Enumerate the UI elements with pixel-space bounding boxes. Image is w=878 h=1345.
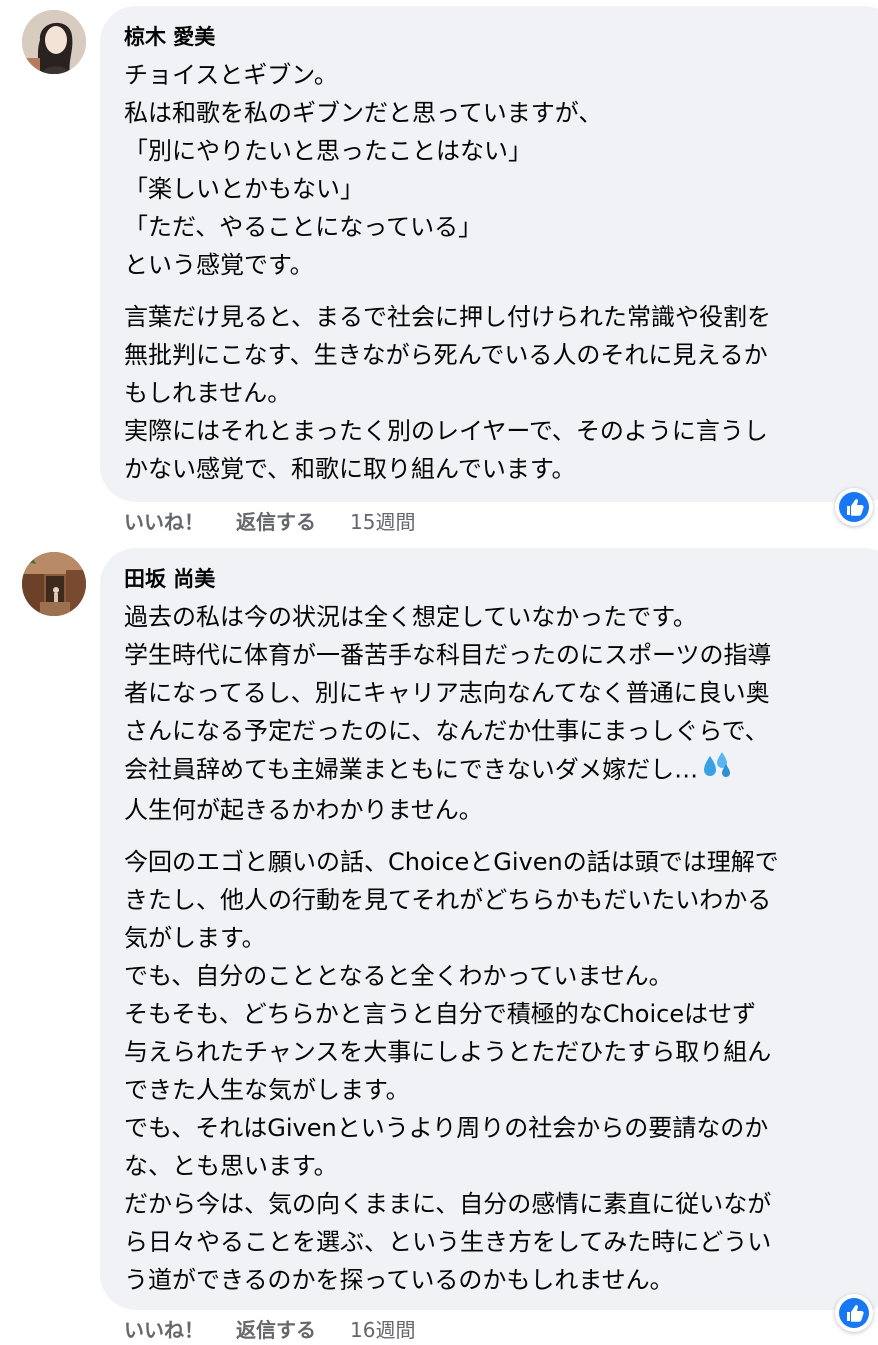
avatar[interactable] bbox=[22, 10, 86, 74]
reply-link[interactable]: 返信する bbox=[236, 509, 316, 535]
comment-author[interactable]: 田坂 尚美 bbox=[124, 566, 878, 592]
thumbs-up-icon bbox=[839, 492, 869, 522]
like-link[interactable]: いいね！ bbox=[124, 509, 204, 535]
comment-bubble: 田坂 尚美 過去の私は今の状況は全く想定していなかったです。 学生時代に体育が一… bbox=[100, 548, 878, 1310]
comment-actions: いいね！ 返信する 16週間 bbox=[124, 1317, 415, 1343]
comment-bubble: 椋木 愛美 チョイスとギブン。 私は和歌を私のギブンだと思っていますが、 「別に… bbox=[100, 6, 878, 502]
comment-text-segment: 過去の私は今の状況は全く想定していなかったです。 学生時代に体育が一番苦手な科目… bbox=[124, 603, 772, 784]
comment-text: チョイスとギブン。 私は和歌を私のギブンだと思っていますが、 「別にやりたいと思… bbox=[124, 61, 603, 279]
thumbs-up-icon bbox=[839, 1298, 869, 1328]
sweat-droplets-icon bbox=[700, 750, 734, 791]
comment-text: 過去の私は今の状況は全く想定していなかったです。 学生時代に体育が一番苦手な科目… bbox=[124, 598, 878, 791]
reaction-badge[interactable] bbox=[835, 488, 873, 526]
comment-text: 今回のエゴと願いの話、ChoiceとGivenの話は頭では理解で きたし、他人の… bbox=[124, 848, 779, 1294]
reply-link[interactable]: 返信する bbox=[236, 1317, 316, 1343]
reaction-badge[interactable] bbox=[835, 1294, 873, 1332]
comment-actions: いいね！ 返信する 15週間 bbox=[124, 509, 415, 535]
comment-text: 人生何が起きるかわかりません。 bbox=[124, 796, 483, 824]
comment-text: 言葉だけ見ると、まるで社会に押し付けられた常識や役割を 無批判にこなす、生きなが… bbox=[124, 303, 772, 483]
timestamp[interactable]: 15週間 bbox=[350, 509, 415, 535]
comment-author[interactable]: 椋木 愛美 bbox=[124, 24, 878, 50]
avatar[interactable] bbox=[22, 552, 86, 616]
like-link[interactable]: いいね！ bbox=[124, 1317, 204, 1343]
timestamp[interactable]: 16週間 bbox=[350, 1317, 415, 1343]
